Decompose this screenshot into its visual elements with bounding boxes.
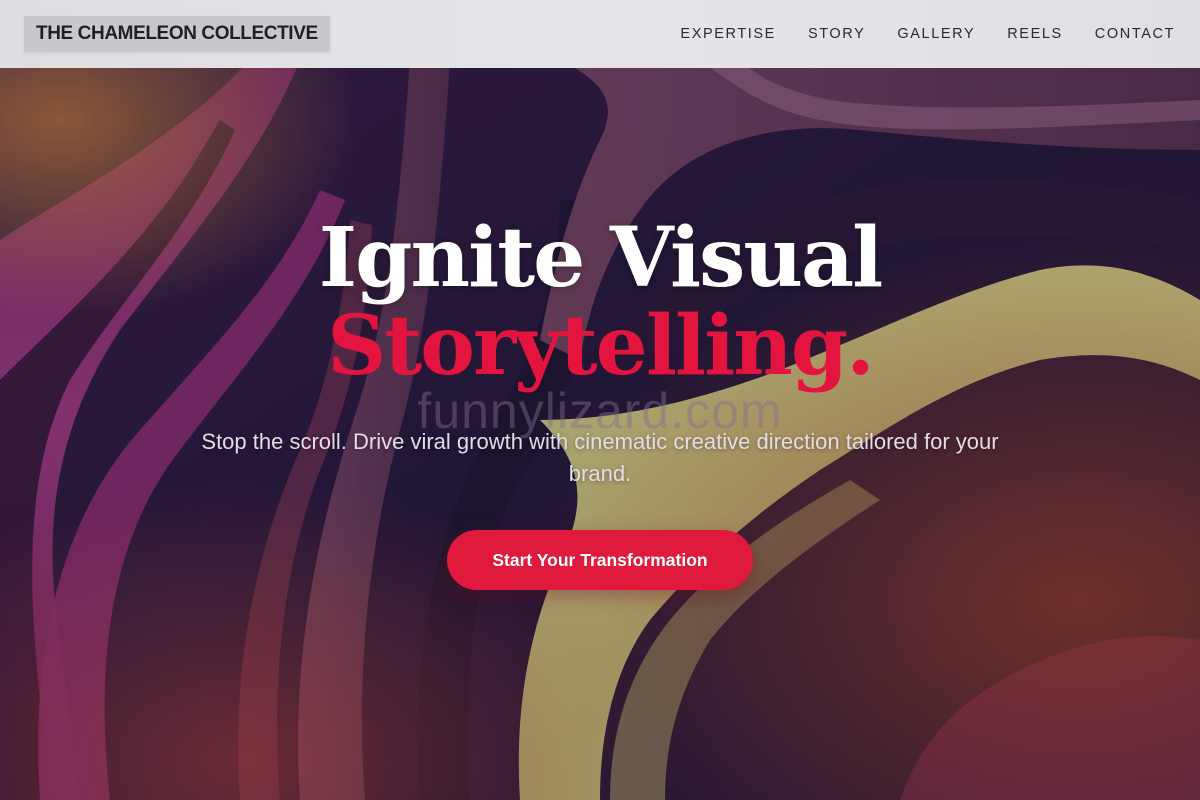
nav-link-expertise[interactable]: EXPERTISE [680,26,776,42]
hero-section: Ignite Visual Storytelling. funnylizard.… [0,0,1200,800]
nav-link-gallery[interactable]: GALLERY [897,26,975,42]
brand-logo[interactable]: THE CHAMELEON COLLECTIVE [24,16,330,52]
nav-link-contact[interactable]: CONTACT [1095,26,1175,42]
hero-subtitle: Stop the scroll. Drive viral growth with… [201,429,999,486]
main-nav: EXPERTISE STORY GALLERY REELS CONTACT [648,26,1175,42]
site-header: THE CHAMELEON COLLECTIVE EXPERTISE STORY… [0,0,1200,68]
headline-line-1: Ignite Visual [318,210,883,306]
nav-link-reels[interactable]: REELS [1007,26,1063,42]
start-transformation-button[interactable]: Start Your Transformation [447,530,753,590]
headline-line-2-accent: Storytelling. [327,298,875,394]
hero-headline: Ignite Visual Storytelling. [0,212,1200,392]
nav-link-story[interactable]: STORY [808,26,865,42]
